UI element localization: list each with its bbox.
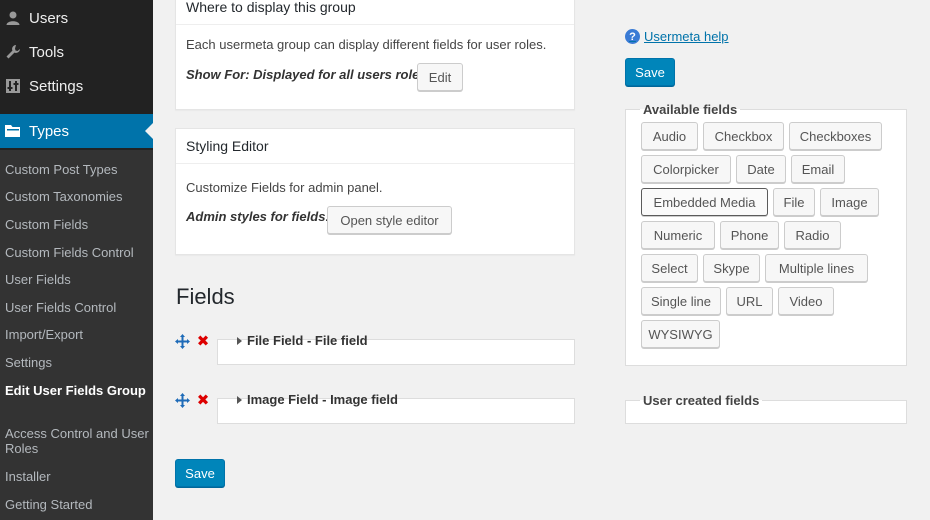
menu-item-tools[interactable]: Tools xyxy=(0,35,153,69)
postbox-title: Where to display this group xyxy=(176,0,574,25)
save-button-top[interactable]: Save xyxy=(625,58,675,86)
usermeta-help-link[interactable]: ? Usermeta help xyxy=(625,29,729,44)
expand-triangle-icon xyxy=(237,395,242,404)
submenu-item[interactable]: User Fields xyxy=(5,272,150,287)
delete-icon[interactable]: ✖ xyxy=(196,393,210,408)
submenu: Custom Post Types Custom Taxonomies Cust… xyxy=(0,150,153,520)
display-description: Each usermeta group can display differen… xyxy=(186,37,547,52)
field-title[interactable]: File Field - File field xyxy=(237,333,368,348)
menu-label: Tools xyxy=(29,43,65,61)
submenu-item-current[interactable]: Edit User Fields Group xyxy=(5,383,150,398)
add-field-radio[interactable]: Radio xyxy=(784,221,841,249)
add-field-file[interactable]: File xyxy=(773,188,815,216)
field-title[interactable]: Image Field - Image field xyxy=(237,392,398,407)
user-created-fields-panel: User created fields xyxy=(625,393,907,424)
admin-sidebar: Users Tools Settings Types Custom Post T… xyxy=(0,0,153,520)
menu-item-types[interactable]: Types xyxy=(0,114,153,148)
menu-item-settings[interactable]: Settings xyxy=(0,69,153,103)
add-field-skype[interactable]: Skype xyxy=(703,254,760,282)
submenu-item[interactable]: Custom Fields xyxy=(5,217,150,232)
add-field-url[interactable]: URL xyxy=(726,287,773,315)
user-created-legend: User created fields xyxy=(643,393,760,408)
display-group-box: Where to display this group Each usermet… xyxy=(175,0,575,110)
fields-heading: Fields xyxy=(176,284,235,309)
active-indicator xyxy=(145,123,153,139)
submenu-item[interactable]: Custom Taxonomies xyxy=(5,189,150,204)
add-field-single-line[interactable]: Single line xyxy=(641,287,721,315)
help-link-text: Usermeta help xyxy=(644,29,729,44)
postbox-title: Styling Editor xyxy=(176,129,574,164)
help-icon: ? xyxy=(625,29,640,44)
add-field-select[interactable]: Select xyxy=(641,254,698,282)
submenu-item[interactable]: Custom Fields Control xyxy=(5,245,150,260)
add-field-date[interactable]: Date xyxy=(736,155,786,183)
add-field-multiple-lines[interactable]: Multiple lines xyxy=(765,254,868,282)
menu-label: Types xyxy=(29,122,70,140)
add-field-embedded-media[interactable]: Embedded Media xyxy=(641,188,768,216)
styling-description: Customize Fields for admin panel. xyxy=(186,180,383,195)
field-row-controls: ✖ xyxy=(175,334,210,349)
folder-icon xyxy=(3,121,23,141)
submenu-item[interactable]: Installer xyxy=(5,469,150,484)
menu-item-users[interactable]: Users xyxy=(0,1,153,35)
settings-icon xyxy=(3,76,23,96)
add-field-image[interactable]: Image xyxy=(820,188,879,216)
add-field-colorpicker[interactable]: Colorpicker xyxy=(641,155,731,183)
submenu-item[interactable]: Access Control and User Roles xyxy=(5,426,150,456)
submenu-item[interactable]: Getting Started xyxy=(5,497,150,512)
field-row-controls: ✖ xyxy=(175,393,210,408)
save-button[interactable]: Save xyxy=(175,459,225,487)
menu-label: Users xyxy=(29,9,69,27)
add-field-numeric[interactable]: Numeric xyxy=(641,221,715,249)
add-field-checkboxes[interactable]: Checkboxes xyxy=(789,122,882,150)
admin-styles-label: Admin styles for fields: xyxy=(186,209,330,224)
submenu-item[interactable]: Custom Post Types xyxy=(5,162,150,177)
user-icon xyxy=(3,8,23,28)
submenu-item[interactable]: Import/Export xyxy=(5,327,150,342)
show-for-label: Show For: Displayed for all users roles xyxy=(186,67,427,82)
field-title-text: Image Field - Image field xyxy=(247,392,398,407)
add-field-email[interactable]: Email xyxy=(791,155,845,183)
delete-icon[interactable]: ✖ xyxy=(196,334,210,349)
add-field-video[interactable]: Video xyxy=(778,287,834,315)
add-field-audio[interactable]: Audio xyxy=(641,122,698,150)
add-field-phone[interactable]: Phone xyxy=(720,221,779,249)
submenu-item[interactable]: User Fields Control xyxy=(5,300,150,315)
add-field-checkbox[interactable]: Checkbox xyxy=(703,122,784,150)
submenu-item[interactable]: Settings xyxy=(5,355,150,370)
field-title-text: File Field - File field xyxy=(247,333,368,348)
expand-triangle-icon xyxy=(237,336,242,345)
move-icon[interactable] xyxy=(175,334,190,349)
edit-button[interactable]: Edit xyxy=(417,63,463,91)
open-style-editor-button[interactable]: Open style editor xyxy=(327,206,452,234)
styling-editor-box: Styling Editor Customize Fields for admi… xyxy=(175,128,575,255)
wrench-icon xyxy=(3,42,23,62)
move-icon[interactable] xyxy=(175,393,190,408)
add-field-wysiwyg[interactable]: WYSIWYG xyxy=(641,320,720,348)
available-fields-legend: Available fields xyxy=(643,102,738,117)
menu-label: Settings xyxy=(29,77,84,95)
